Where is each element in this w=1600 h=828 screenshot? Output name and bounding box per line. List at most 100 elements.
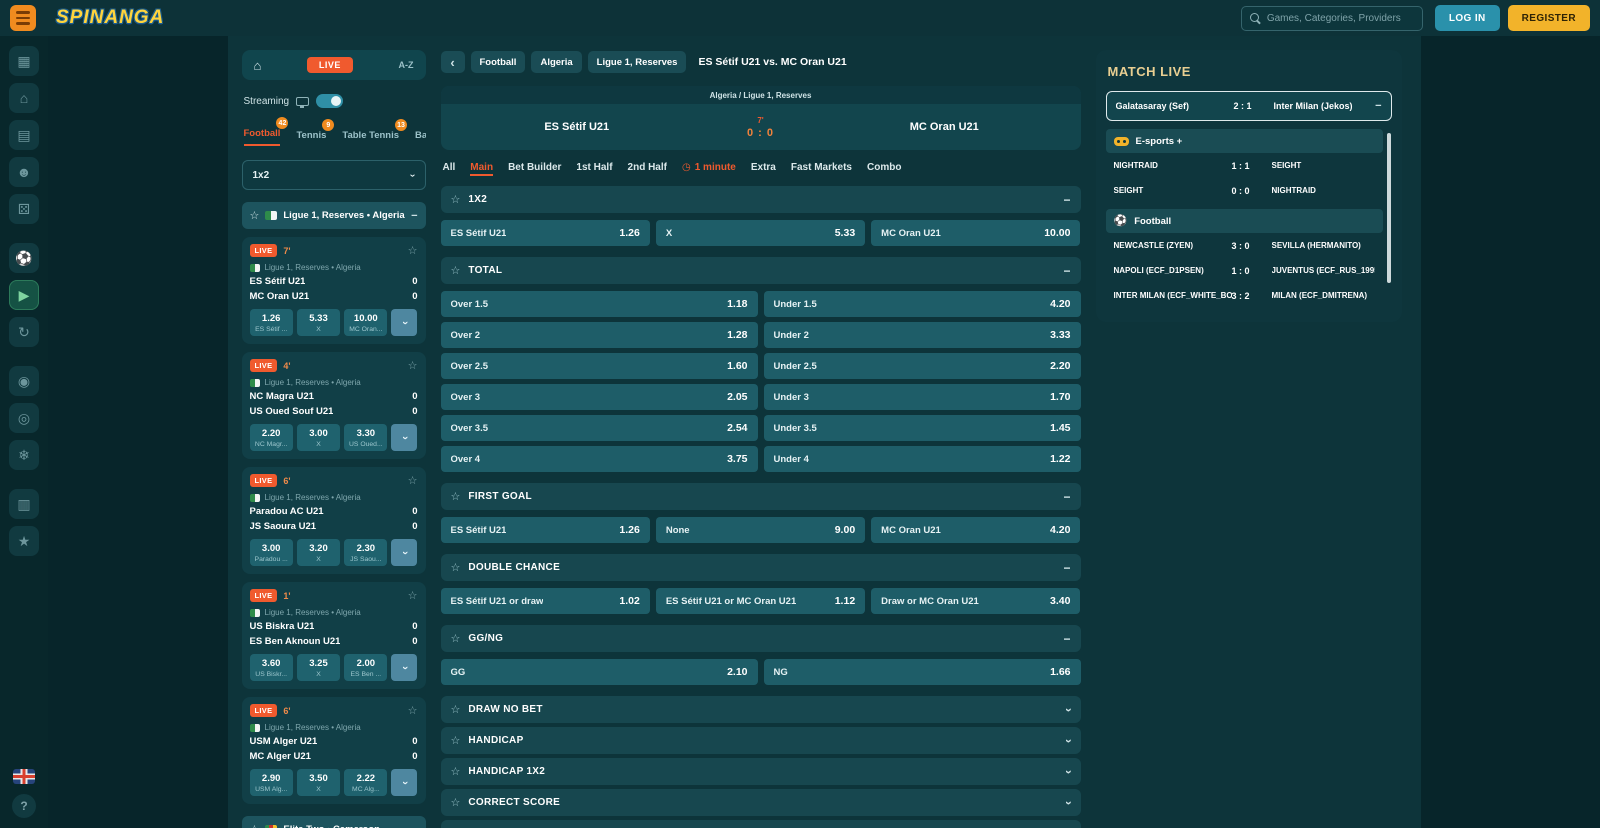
expand-chevron-icon[interactable]: › (1062, 708, 1076, 712)
collapse-icon[interactable]: − (1063, 561, 1070, 575)
star-icon[interactable]: ☆ (451, 703, 461, 716)
sport-tab-basketball[interactable]: 7Basketball (415, 128, 425, 146)
pinned-live-match[interactable]: Galatasaray (Sef) 2 : 1 Inter Milan (Jek… (1106, 91, 1392, 121)
live-betting-icon[interactable]: ▶ (9, 280, 39, 310)
star-icon[interactable]: ☆ (250, 209, 260, 222)
market-header[interactable]: ☆1X2− (441, 186, 1081, 213)
market-tab-combo[interactable]: Combo (867, 162, 901, 176)
market-tab-extra[interactable]: Extra (751, 162, 776, 176)
odds-cell[interactable]: Over 32.05 (441, 384, 758, 410)
market-header[interactable]: ☆DRAW NO BET› (441, 696, 1081, 723)
live-tab[interactable]: LIVE (307, 57, 353, 73)
winter-sports-icon[interactable]: ❄ (9, 440, 39, 470)
odds-cell[interactable]: Under 23.33 (764, 322, 1081, 348)
match-card[interactable]: LIVE1'☆Ligue 1, Reserves • AlgeriaUS Bis… (242, 582, 426, 689)
tennis-sports-icon[interactable]: ◎ (9, 403, 39, 433)
match-card[interactable]: LIVE7'☆Ligue 1, Reserves • AlgeriaES Sét… (242, 237, 426, 344)
register-button[interactable]: REGISTER (1508, 5, 1590, 31)
odds-cell[interactable]: Over 43.75 (441, 446, 758, 472)
market-tab-fast-markets[interactable]: Fast Markets (791, 162, 852, 176)
live-match-row[interactable]: NEWCASTLE (ZYEN)3 : 0SEVILLA (HERMANITO) (1106, 233, 1383, 258)
back-button[interactable]: ‹ (441, 51, 465, 73)
market-tab-1-minute[interactable]: ◷1 minute (682, 162, 736, 176)
market-header[interactable]: ☆HANDICAP 1X2› (441, 758, 1081, 785)
odds-button[interactable]: 5.33X (297, 309, 340, 336)
league-group-header[interactable]: ☆Elite Two • Cameroon− (242, 816, 426, 828)
market-header[interactable]: ☆CORRECT SCORE› (441, 789, 1081, 816)
odds-cell[interactable]: X5.33 (656, 220, 865, 246)
market-filter-select[interactable]: 1x2 › (242, 160, 426, 190)
odds-cell[interactable]: Under 41.22 (764, 446, 1081, 472)
star-icon[interactable]: ☆ (451, 632, 461, 645)
match-card[interactable]: LIVE4'☆Ligue 1, Reserves • AlgeriaNC Mag… (242, 352, 426, 459)
collapse-icon[interactable]: − (1063, 490, 1070, 504)
odds-button[interactable]: 3.00X (297, 424, 340, 451)
expand-markets-button[interactable]: › (391, 539, 417, 566)
expand-chevron-icon[interactable]: › (1062, 770, 1076, 774)
collapse-icon[interactable]: − (1063, 632, 1070, 646)
market-header[interactable]: ☆HALFTIME/FULLTIME› (441, 820, 1081, 828)
scrollbar-thumb[interactable] (1387, 133, 1391, 283)
language-flag-uk-icon[interactable] (13, 769, 35, 784)
virtual-sports-icon[interactable]: ↻ (9, 317, 39, 347)
brand-logo[interactable]: SPINANGA (56, 7, 164, 29)
breadcrumb-country[interactable]: Algeria (531, 51, 581, 73)
expand-chevron-icon[interactable]: › (1062, 739, 1076, 743)
favorite-star-icon[interactable]: ☆ (408, 589, 418, 602)
account-games-icon[interactable]: ☻ (9, 157, 39, 187)
card-games-icon[interactable]: ▤ (9, 120, 39, 150)
odds-cell[interactable]: Under 2.52.20 (764, 353, 1081, 379)
table-games-icon[interactable]: ▥ (9, 489, 39, 519)
collapse-icon[interactable]: − (1375, 100, 1381, 112)
odds-cell[interactable]: Over 21.28 (441, 322, 758, 348)
odds-cell[interactable]: ES Sétif U21 or draw1.02 (441, 588, 650, 614)
odds-button[interactable]: 3.00Paradou ... (250, 539, 293, 566)
odds-button[interactable]: 3.50X (297, 769, 340, 796)
live-section-header[interactable]: ⚽Football (1106, 209, 1383, 233)
live-section-header[interactable]: E-sports + (1106, 129, 1383, 153)
odds-cell[interactable]: Over 2.51.60 (441, 353, 758, 379)
slots-icon[interactable]: ▦ (9, 46, 39, 76)
odds-cell[interactable]: Over 1.51.18 (441, 291, 758, 317)
home-icon[interactable]: ⌂ (254, 58, 262, 73)
live-match-row[interactable]: NAPOLI (ECF_D1PSEN)1 : 0JUVENTUS (ECF_RU… (1106, 258, 1383, 283)
market-tab-main[interactable]: Main (470, 162, 493, 176)
odds-cell[interactable]: ES Sétif U21 or MC Oran U211.12 (656, 588, 865, 614)
odds-button[interactable]: 2.00ES Ben ... (344, 654, 387, 681)
odds-button[interactable]: 3.30US Oued... (344, 424, 387, 451)
star-icon[interactable]: ☆ (451, 490, 461, 503)
promotions-icon[interactable]: ★ (9, 526, 39, 556)
odds-cell[interactable]: MC Oran U2110.00 (871, 220, 1080, 246)
star-icon[interactable]: ☆ (451, 765, 461, 778)
odds-cell[interactable]: Under 1.54.20 (764, 291, 1081, 317)
favorite-star-icon[interactable]: ☆ (408, 359, 418, 372)
market-header[interactable]: ☆HANDICAP› (441, 727, 1081, 754)
market-tab-1st-half[interactable]: 1st Half (576, 162, 612, 176)
collapse-icon[interactable]: − (1063, 264, 1070, 278)
favorite-star-icon[interactable]: ☆ (408, 474, 418, 487)
market-header[interactable]: ☆DOUBLE CHANCE− (441, 554, 1081, 581)
football-sports-icon[interactable]: ⚽ (9, 243, 39, 273)
star-icon[interactable]: ☆ (451, 796, 461, 809)
odds-cell[interactable]: Draw or MC Oran U213.40 (871, 588, 1080, 614)
market-header[interactable]: ☆GG/NG− (441, 625, 1081, 652)
sport-tab-football[interactable]: 42Football (244, 126, 281, 146)
odds-cell[interactable]: Under 3.51.45 (764, 415, 1081, 441)
odds-cell[interactable]: Over 3.52.54 (441, 415, 758, 441)
odds-button[interactable]: 2.30JS Saou... (344, 539, 387, 566)
market-header[interactable]: ☆FIRST GOAL− (441, 483, 1081, 510)
market-tab-all[interactable]: All (443, 162, 456, 176)
expand-markets-button[interactable]: › (391, 769, 417, 796)
match-card[interactable]: LIVE6'☆Ligue 1, Reserves • AlgeriaUSM Al… (242, 697, 426, 804)
help-button[interactable]: ? (12, 794, 36, 818)
star-icon[interactable]: ☆ (250, 823, 260, 828)
odds-cell[interactable]: ES Sétif U211.26 (441, 517, 650, 543)
expand-chevron-icon[interactable]: › (1062, 801, 1076, 805)
breadcrumb-sport[interactable]: Football (471, 51, 526, 73)
collapse-icon[interactable]: − (411, 824, 417, 828)
game-shows-icon[interactable]: ⚄ (9, 194, 39, 224)
odds-cell[interactable]: GG2.10 (441, 659, 758, 685)
live-match-row[interactable]: INTER MILAN (ECF_WHITE_BOY1927)3 : 2MILA… (1106, 283, 1383, 308)
odds-cell[interactable]: None9.00 (656, 517, 865, 543)
odds-cell[interactable]: ES Sétif U211.26 (441, 220, 650, 246)
